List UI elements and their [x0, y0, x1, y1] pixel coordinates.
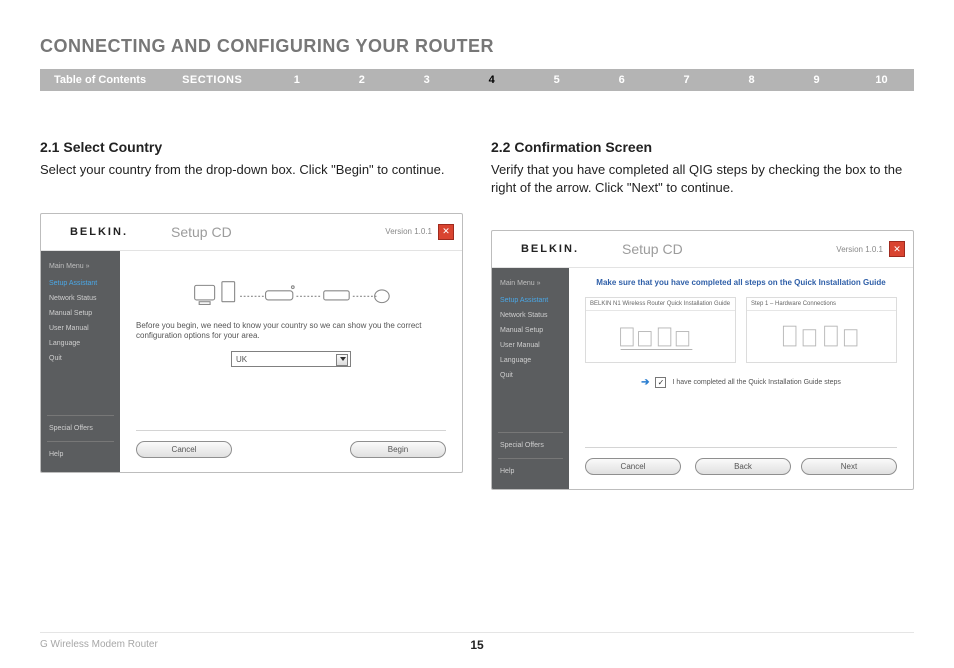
page-footer: G Wireless Modem Router 15 [40, 632, 914, 650]
column-select-country: 2.1 Select Country Select your country f… [40, 139, 463, 490]
section-link-2[interactable]: 2 [329, 74, 394, 86]
sidebar-item-language[interactable]: Language [492, 353, 569, 368]
page-number: 15 [470, 638, 483, 652]
footer-product-name: G Wireless Modem Router [40, 639, 158, 650]
sidebar-item-help[interactable]: Help [492, 464, 569, 479]
sections-label: SECTIONS [160, 74, 264, 86]
window-title: Setup CD [622, 241, 683, 257]
next-button[interactable]: Next [801, 458, 897, 475]
screenshot-select-country: BELKIN Setup CD Version 1.0.1 ✕ Main Men… [40, 213, 463, 473]
qig-pane-left: BELKIN N1 Wireless Router Quick Installa… [585, 297, 736, 363]
sidebar-item-special-offers[interactable]: Special Offers [492, 438, 569, 453]
window-header: BELKIN Setup CD Version 1.0.1 ✕ [492, 231, 913, 268]
close-icon[interactable]: ✕ [889, 241, 905, 257]
sidebar-item-network-status[interactable]: Network Status [492, 308, 569, 323]
subsection-body: Verify that you have completed all QIG s… [491, 161, 914, 196]
subsection-body: Select your country from the drop-down b… [40, 161, 463, 179]
sidebar: Main Menu » Setup Assistant Network Stat… [41, 251, 120, 472]
country-select-value: UK [236, 355, 247, 364]
sidebar-item-language[interactable]: Language [41, 336, 120, 351]
sidebar-item-user-manual[interactable]: User Manual [492, 338, 569, 353]
sidebar-item-special-offers[interactable]: Special Offers [41, 421, 120, 436]
toc-link[interactable]: Table of Contents [40, 74, 160, 86]
section-link-10[interactable]: 10 [849, 74, 914, 86]
sidebar-header: Main Menu » [41, 261, 120, 276]
window-title: Setup CD [171, 224, 232, 240]
window-header: BELKIN Setup CD Version 1.0.1 ✕ [41, 214, 462, 251]
sidebar-item-setup-assistant[interactable]: Setup Assistant [492, 293, 569, 308]
begin-button[interactable]: Begin [350, 441, 446, 458]
section-link-9[interactable]: 9 [784, 74, 849, 86]
sidebar-item-manual-setup[interactable]: Manual Setup [492, 323, 569, 338]
prompt-text: Before you begin, we need to know your c… [136, 321, 446, 342]
sidebar-item-quit[interactable]: Quit [41, 351, 120, 366]
content-columns: 2.1 Select Country Select your country f… [40, 139, 914, 490]
qig-pane-right: Step 1 – Hardware Connections [746, 297, 897, 363]
confirmation-checkbox-label: I have completed all the Quick Installat… [672, 379, 840, 386]
confirmation-checkbox-row: ➔ ✓ I have completed all the Quick Insta… [585, 377, 897, 388]
page-title: CONNECTING AND CONFIGURING YOUR ROUTER [40, 36, 914, 57]
version-label: Version 1.0.1 [385, 227, 432, 236]
sidebar-item-quit[interactable]: Quit [492, 368, 569, 383]
qig-preview: BELKIN N1 Wireless Router Quick Installa… [585, 297, 897, 363]
steps-diagram-icon [747, 311, 896, 362]
subsection-heading: 2.2 Confirmation Screen [491, 139, 914, 155]
back-button[interactable]: Back [695, 458, 791, 475]
screenshot-main: Make sure that you have completed all st… [569, 268, 913, 489]
section-link-4[interactable]: 4 [459, 74, 524, 86]
country-select[interactable]: UK [231, 351, 351, 367]
cancel-button[interactable]: Cancel [136, 441, 232, 458]
chevron-down-icon [340, 357, 346, 361]
screenshot-main: Before you begin, we need to know your c… [120, 251, 462, 472]
section-link-8[interactable]: 8 [719, 74, 784, 86]
router-diagram-icon [586, 311, 735, 362]
section-link-7[interactable]: 7 [654, 74, 719, 86]
sidebar-item-user-manual[interactable]: User Manual [41, 321, 120, 336]
instruction-banner: Make sure that you have completed all st… [585, 278, 897, 287]
cancel-button[interactable]: Cancel [585, 458, 681, 475]
arrow-right-icon: ➔ [641, 377, 649, 388]
sidebar-item-help[interactable]: Help [41, 447, 120, 462]
sidebar-header: Main Menu » [492, 278, 569, 293]
sidebar: Main Menu » Setup Assistant Network Stat… [492, 268, 569, 489]
section-link-5[interactable]: 5 [524, 74, 589, 86]
qig-pane-title: BELKIN N1 Wireless Router Quick Installa… [586, 298, 735, 311]
version-label: Version 1.0.1 [836, 245, 883, 254]
confirmation-checkbox[interactable]: ✓ [655, 377, 666, 388]
network-diagram-icon [136, 261, 446, 309]
sidebar-item-manual-setup[interactable]: Manual Setup [41, 306, 120, 321]
qig-pane-title: Step 1 – Hardware Connections [747, 298, 896, 311]
sidebar-item-network-status[interactable]: Network Status [41, 291, 120, 306]
section-link-1[interactable]: 1 [264, 74, 329, 86]
column-confirmation: 2.2 Confirmation Screen Verify that you … [491, 139, 914, 490]
screenshot-confirmation: BELKIN Setup CD Version 1.0.1 ✕ Main Men… [491, 230, 914, 490]
section-link-6[interactable]: 6 [589, 74, 654, 86]
section-nav: Table of Contents SECTIONS 1 2 3 4 5 6 7… [40, 69, 914, 91]
brand-logo: BELKIN [41, 226, 157, 238]
sidebar-item-setup-assistant[interactable]: Setup Assistant [41, 276, 120, 291]
brand-logo: BELKIN [492, 243, 608, 255]
section-link-3[interactable]: 3 [394, 74, 459, 86]
manual-page: CONNECTING AND CONFIGURING YOUR ROUTER T… [0, 0, 954, 668]
close-icon[interactable]: ✕ [438, 224, 454, 240]
subsection-heading: 2.1 Select Country [40, 139, 463, 155]
